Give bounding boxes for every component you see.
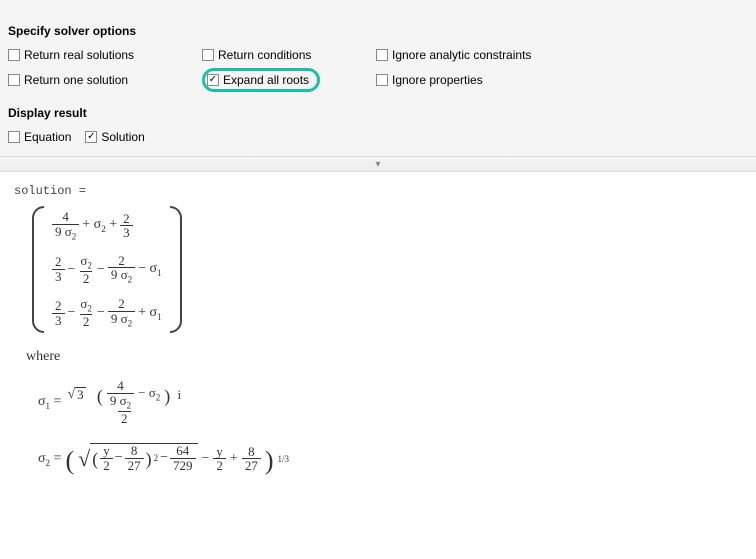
expand-all-roots-checkbox[interactable]: ✓ Expand all roots [207,73,309,87]
checkbox-label: Return conditions [218,48,311,62]
results-panel: solution = 49 σ2 + σ2 + 23 23 − σ22 − 29… [0,172,756,513]
return-one-solution-checkbox[interactable]: Return one solution [8,68,198,92]
matrix-row: 23 − σ22 − 29 σ2 + σ1 [52,297,162,329]
checkbox-label: Ignore analytic constraints [392,48,531,62]
equation-checkbox[interactable]: Equation [8,130,71,144]
collapse-toggle-bar[interactable]: ▾ [0,156,756,172]
checkbox-icon [8,131,20,143]
checkbox-label: Expand all roots [223,73,309,87]
solver-options-panel: Specify solver options Return real solut… [0,10,756,156]
sigma2-definition: σ2 = ( √ ( y2 − 827 )2 − 64729 − y2 + 82… [38,443,742,474]
checkbox-label: Return one solution [24,73,128,87]
return-real-solutions-checkbox[interactable]: Return real solutions [8,48,198,62]
checkbox-icon [8,74,20,86]
return-conditions-checkbox[interactable]: Return conditions [202,48,372,62]
checkbox-icon [376,74,388,86]
where-label: where [26,349,742,365]
solver-options-grid: Return real solutions Return conditions … [8,48,748,92]
checkbox-label: Ignore properties [392,73,483,87]
solution-assignment-label: solution = [14,184,742,198]
checkbox-icon [202,49,214,61]
matrix-row: 49 σ2 + σ2 + 23 [52,210,162,242]
solver-options-title: Specify solver options [8,24,748,38]
checkbox-label: Solution [101,130,144,144]
checkbox-label: Equation [24,130,71,144]
checkbox-checked-icon: ✓ [207,74,219,86]
display-result-title: Display result [8,106,748,120]
checkbox-icon [376,49,388,61]
checkbox-checked-icon: ✓ [85,131,97,143]
solution-matrix: 49 σ2 + σ2 + 23 23 − σ22 − 29 σ2 − σ1 23… [32,206,742,333]
display-result-row: Equation ✓ Solution [8,130,748,144]
ignore-analytic-constraints-checkbox[interactable]: Ignore analytic constraints [376,48,596,62]
chevron-down-icon: ▾ [375,159,380,170]
checkbox-label: Return real solutions [24,48,134,62]
ignore-properties-checkbox[interactable]: Ignore properties [376,68,596,92]
checkbox-icon [8,49,20,61]
solution-checkbox[interactable]: ✓ Solution [85,130,144,144]
matrix-row: 23 − σ22 − 29 σ2 − σ1 [52,254,162,286]
expand-all-roots-highlight: ✓ Expand all roots [202,68,320,92]
sigma1-definition: σ1 = 3 ( 49 σ2 − σ2 ) i 2 [38,379,742,425]
